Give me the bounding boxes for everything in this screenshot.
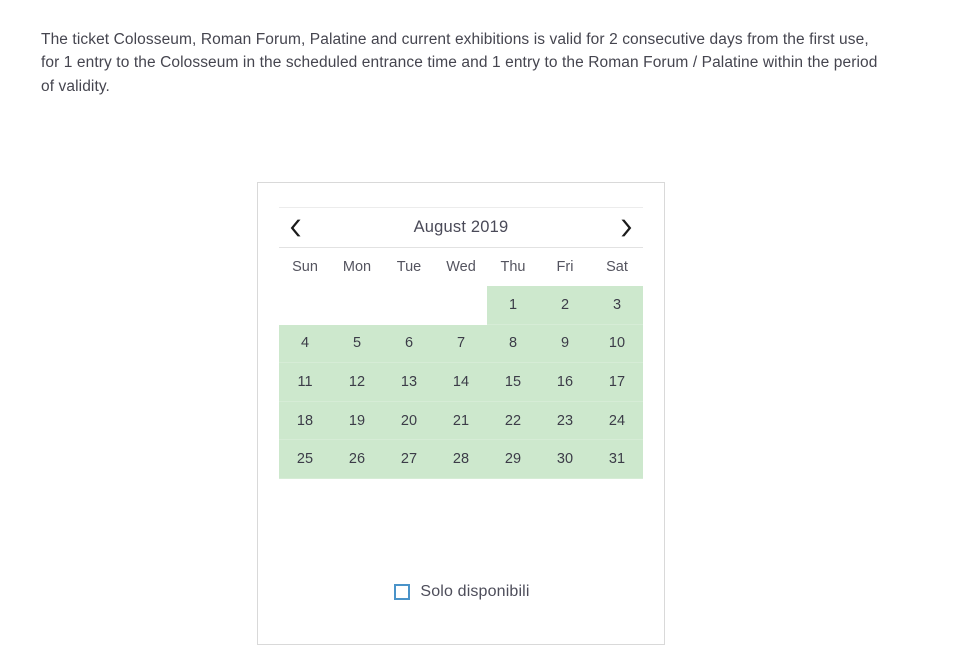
ticket-validity-description: The ticket Colosseum, Roman Forum, Palat… (41, 30, 878, 95)
calendar-day-cell[interactable]: 18 (279, 401, 331, 441)
calendar-day-cell[interactable]: 15 (487, 363, 539, 402)
calendar-day-cell[interactable]: 30 (539, 440, 591, 479)
calendar-month-title: August 2019 (413, 218, 509, 236)
calendar-day-empty (331, 286, 383, 325)
calendar-day-cell[interactable]: 16 (539, 363, 591, 402)
calendar-day-cell[interactable]: 4 (279, 324, 331, 364)
calendar-weekday-sun: Sun (292, 259, 318, 275)
calendar-day-cell[interactable]: 11 (279, 363, 331, 402)
calendar-day-empty (279, 286, 331, 325)
calendar-day-cell[interactable]: 6 (383, 324, 435, 364)
calendar-day-cell[interactable]: 29 (487, 440, 539, 479)
calendar-weekday-header: Sun Mon Tue Wed Thu Fri Sat (279, 248, 643, 286)
prev-month-button[interactable] (281, 213, 311, 243)
calendar-day-cell[interactable]: 25 (279, 440, 331, 479)
calendar-nav: August 2019 (279, 208, 643, 247)
calendar-day-grid: 1 2 3 4 5 6 7 8 9 10 11 12 13 14 15 16 17 18 19 20 21 22 23 24 2… (279, 286, 643, 479)
calendar-weekday-mon: Mon (342, 259, 372, 275)
only-available-label: Solo disponibili (420, 583, 530, 600)
calendar-day-cell[interactable]: 10 (591, 324, 643, 364)
calendar-day-cell[interactable]: 20 (383, 401, 435, 441)
calendar-day-cell[interactable]: 8 (487, 324, 539, 364)
calendar-day-cell[interactable]: 27 (383, 440, 435, 479)
calendar-day-cell[interactable]: 17 (591, 363, 643, 402)
next-month-button[interactable] (611, 213, 641, 243)
calendar-day-cell[interactable]: 24 (591, 401, 643, 441)
calendar-day-cell[interactable]: 19 (331, 401, 383, 441)
calendar-weekday-fri: Fri (556, 259, 574, 275)
calendar-day-cell[interactable]: 2 (539, 286, 591, 325)
only-available-checkbox[interactable] (394, 584, 411, 600)
calendar-day-cell[interactable]: 5 (331, 324, 383, 364)
calendar-day-cell[interactable]: 3 (591, 286, 643, 325)
calendar-card: August 2019 Sun Mon Tue Wed Thu Fri Sat 123456… (257, 182, 665, 645)
calendar-inner: August 2019 Sun Mon Tue Wed Thu Fri Sat 123456… (279, 207, 643, 479)
calendar-day-cell[interactable]: 22 (487, 401, 539, 441)
calendar-day-cell[interactable]: 31 (591, 440, 643, 479)
calendar-day-cell[interactable]: 26 (331, 440, 383, 479)
calendar-day-cell[interactable]: 1 (487, 286, 539, 325)
calendar-day-empty (435, 286, 487, 325)
calendar-day-cell[interactable]: 12 (331, 363, 383, 402)
chevron-right-icon (619, 218, 633, 238)
calendar-weekday-thu: Thu (500, 259, 526, 275)
calendar-day-cell[interactable]: 9 (539, 324, 591, 364)
calendar-footer: Solo disponibili (258, 583, 666, 601)
calendar-weekday-wed: Wed (446, 259, 476, 275)
chevron-left-icon (289, 218, 303, 238)
calendar-day-empty (383, 286, 435, 325)
calendar-day-cell[interactable]: 13 (383, 363, 435, 402)
calendar-weekday-tue: Tue (396, 259, 422, 275)
calendar-day-cell[interactable]: 21 (435, 401, 487, 441)
only-available-checkbox-row[interactable]: Solo disponibili (394, 583, 529, 601)
calendar-day-cell[interactable]: 28 (435, 440, 487, 479)
calendar-day-cell[interactable]: 7 (435, 324, 487, 364)
calendar-day-cell[interactable]: 23 (539, 401, 591, 441)
calendar-day-cell[interactable]: 14 (435, 363, 487, 402)
calendar-weekday-sat: Sat (606, 259, 628, 275)
